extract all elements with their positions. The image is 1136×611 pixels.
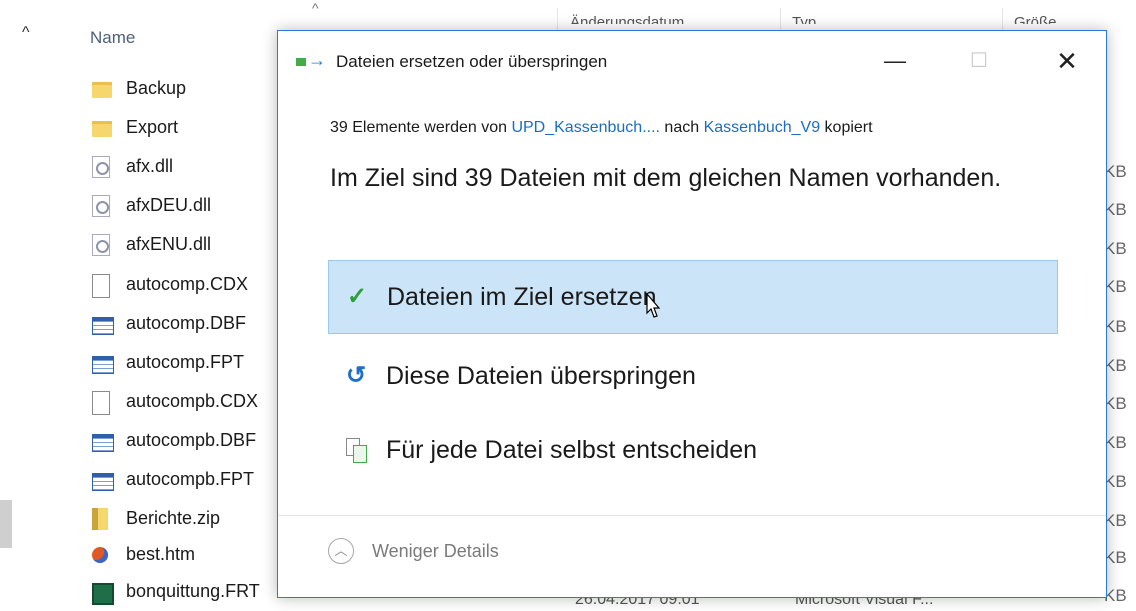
chevron-up-icon: ︿ <box>328 538 354 564</box>
file-name: autocompb.FPT <box>126 469 255 489</box>
file-row[interactable]: autocomp.DBF <box>86 307 286 343</box>
size-unit: KB <box>1104 277 1127 296</box>
skip-arrow-icon: ↺ <box>346 362 367 389</box>
size-unit: KB <box>1104 317 1127 336</box>
dialog-title: Dateien ersetzen oder überspringen <box>336 52 608 71</box>
file-row[interactable]: autocompb.CDX <box>86 385 286 421</box>
file-name: Berichte.zip <box>126 508 221 528</box>
copy-suffix: kopiert <box>820 119 873 136</box>
zip-file-icon <box>92 508 108 530</box>
scrollbar-thumb[interactable] <box>0 500 12 548</box>
size-unit: KB <box>1104 511 1127 530</box>
dll-file-icon <box>92 234 110 256</box>
file-name: autocomp.DBF <box>126 313 247 333</box>
size-unit: KB <box>1104 239 1127 258</box>
file-name: best.htm <box>126 544 196 564</box>
replace-files-option[interactable]: ✓ Dateien im Ziel ersetzen <box>328 260 1058 334</box>
conflict-headline: Im Ziel sind 39 Dateien mit dem gleichen… <box>330 164 1002 192</box>
mouse-cursor-icon <box>646 293 660 318</box>
size-unit: KB <box>1104 162 1127 181</box>
file-row[interactable]: afxENU.dll <box>86 228 286 264</box>
file-name: afxENU.dll <box>126 234 212 254</box>
fewer-details-label: Weniger Details <box>372 541 499 561</box>
skip-files-label: Diese Dateien überspringen <box>386 362 696 390</box>
table-file-icon <box>92 434 114 452</box>
compare-files-icon <box>346 438 368 464</box>
file-name: afxDEU.dll <box>126 195 212 215</box>
size-unit: KB <box>1104 472 1127 491</box>
blank-file-icon <box>92 274 110 298</box>
file-name: Backup <box>126 78 187 98</box>
decide-each-file-label: Für jede Datei selbst entscheiden <box>386 436 758 464</box>
file-row[interactable]: autocomp.CDX <box>86 268 286 304</box>
file-row[interactable]: best.htm <box>86 538 286 574</box>
minimize-button[interactable]: — <box>872 43 918 79</box>
file-name: afx.dll <box>126 156 174 176</box>
file-row[interactable]: Berichte.zip <box>86 502 286 538</box>
source-folder-link[interactable]: UPD_Kassenbuch.... <box>511 119 660 136</box>
column-header-size[interactable]: Größe <box>1014 14 1057 24</box>
blank-file-icon <box>92 391 110 415</box>
table-file-icon <box>92 317 114 335</box>
folder-icon <box>92 121 112 137</box>
file-row[interactable]: bonquittung.FRT <box>86 575 286 611</box>
replace-or-skip-dialog: → Dateien ersetzen oder überspringen — ☐… <box>277 30 1107 598</box>
table-file-icon <box>92 473 114 491</box>
copy-summary: 39 Elemente werden von UPD_Kassenbuch...… <box>330 119 873 137</box>
copy-middle: nach <box>659 119 704 136</box>
file-row[interactable]: afxDEU.dll <box>86 189 286 225</box>
table-file-icon <box>92 356 114 374</box>
size-unit: KB <box>1104 200 1127 219</box>
maximize-button[interactable]: ☐ <box>956 43 1002 79</box>
size-unit: KB <box>1104 356 1127 375</box>
file-row-backup[interactable]: Backup <box>86 72 286 108</box>
file-row[interactable]: autocomp.FPT <box>86 346 286 382</box>
close-button[interactable]: ✕ <box>1044 43 1090 79</box>
decide-each-file-option[interactable]: Für jede Datei selbst entscheiden <box>328 414 1058 488</box>
file-name: autocomp.CDX <box>126 274 249 294</box>
file-name: Export <box>126 117 179 137</box>
file-row[interactable]: afx.dll <box>86 150 286 186</box>
column-header-type[interactable]: Typ <box>792 14 816 24</box>
file-row-export[interactable]: Export <box>86 111 286 147</box>
file-name: autocomp.FPT <box>126 352 245 372</box>
target-folder-link[interactable]: Kassenbuch_V9 <box>704 119 821 136</box>
copy-files-icon: → <box>296 50 330 70</box>
column-header-date[interactable]: Änderungsdatum <box>570 14 684 24</box>
size-unit: KB <box>1104 433 1127 452</box>
folder-icon <box>92 82 112 98</box>
frt-file-icon <box>92 583 114 605</box>
dialog-title-bar[interactable]: → Dateien ersetzen oder überspringen — ☐… <box>278 31 1106 89</box>
size-unit: KB <box>1104 586 1127 605</box>
replace-files-label: Dateien im Ziel ersetzen <box>387 283 657 311</box>
file-name: bonquittung.FRT <box>126 581 260 601</box>
sort-ascending-icon: ^ <box>312 0 319 16</box>
size-unit: KB <box>1104 548 1127 567</box>
footer-divider <box>278 515 1106 516</box>
navigate-up-icon[interactable]: ^ <box>22 24 30 42</box>
file-name: autocompb.CDX <box>126 391 259 411</box>
size-unit: KB <box>1104 394 1127 413</box>
file-row[interactable]: autocompb.FPT <box>86 463 286 499</box>
skip-files-option[interactable]: ↺ Diese Dateien überspringen <box>328 340 1058 414</box>
file-name: autocompb.DBF <box>126 430 257 450</box>
firefox-html-icon <box>92 547 108 563</box>
copy-prefix: 39 Elemente werden von <box>330 119 512 136</box>
checkmark-icon: ✓ <box>347 283 368 310</box>
column-header-name[interactable]: Name <box>90 28 135 48</box>
dll-file-icon <box>92 156 110 178</box>
dll-file-icon <box>92 195 110 217</box>
file-row[interactable]: autocompb.DBF <box>86 424 286 460</box>
